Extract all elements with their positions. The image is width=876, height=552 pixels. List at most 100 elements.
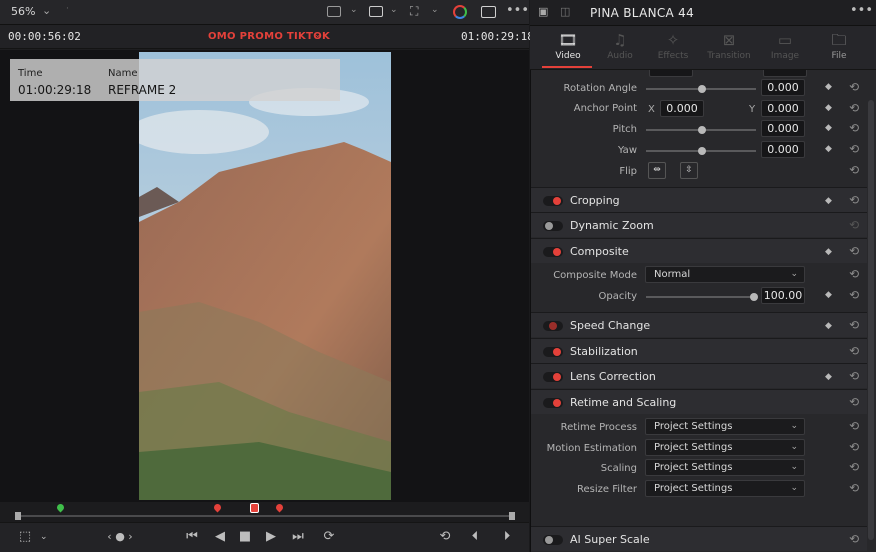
cropping-keyframe-icon[interactable]: ◆: [825, 196, 832, 206]
anchor-reset-icon[interactable]: ⟲: [849, 101, 859, 115]
section-dynamic-zoom[interactable]: Dynamic Zoom ⟲: [531, 212, 867, 237]
in-point-handle[interactable]: [15, 512, 21, 520]
play-icon[interactable]: ▶: [263, 528, 279, 546]
skip-to-start-icon[interactable]: ⏮: [183, 528, 201, 546]
rotation-keyframe-icon[interactable]: ◆: [825, 82, 832, 92]
playhead[interactable]: [250, 503, 259, 513]
yaw-field[interactable]: 0.000: [761, 141, 805, 158]
anchor-keyframe-icon[interactable]: ◆: [825, 103, 832, 113]
jog-control-icon[interactable]: ‹ ● ›: [100, 528, 140, 546]
pitch-slider[interactable]: [646, 126, 756, 134]
inspector-scrollbar[interactable]: [868, 100, 874, 540]
lens-correction-toggle[interactable]: [543, 372, 563, 382]
cinema-viewer-icon[interactable]: [481, 6, 496, 18]
position-x-field[interactable]: [649, 70, 693, 77]
play-reverse-icon[interactable]: ◀: [212, 528, 228, 546]
rotation-reset-icon[interactable]: ⟲: [849, 80, 859, 94]
viewer-size-icon[interactable]: [327, 6, 341, 17]
inspector-options-icon[interactable]: •••: [850, 3, 873, 18]
rotation-slider[interactable]: [646, 85, 756, 93]
zoom-chevron-icon[interactable]: ⌄: [42, 4, 51, 17]
timeline-title[interactable]: OMO PROMO TIKTOK: [208, 31, 330, 42]
hd-chevron-icon[interactable]: ⌄: [390, 5, 398, 15]
hd-monitor-icon[interactable]: [369, 6, 383, 17]
rotation-field[interactable]: 0.000: [761, 79, 805, 96]
yaw-reset-icon[interactable]: ⟲: [849, 142, 859, 156]
section-retime-scaling[interactable]: Retime and Scaling ⟲: [531, 389, 867, 414]
loop-icon[interactable]: ⟳: [319, 528, 339, 546]
motion-estimation-dropdown[interactable]: Project Settings ⌄: [645, 439, 805, 456]
lens-correction-reset-icon[interactable]: ⟲: [849, 369, 859, 383]
tab-audio[interactable]: ♫ Audio: [592, 30, 648, 68]
stabilization-reset-icon[interactable]: ⟲: [849, 344, 859, 358]
lens-correction-keyframe-icon[interactable]: ◆: [825, 372, 832, 382]
resize-filter-reset-icon[interactable]: ⟲: [849, 481, 859, 495]
scaling-reset-icon[interactable]: ⟲: [849, 460, 859, 474]
dynamic-zoom-toggle[interactable]: [543, 221, 563, 231]
viewer-size-chevron-icon[interactable]: ⌄: [350, 5, 358, 15]
opacity-slider[interactable]: [646, 293, 758, 301]
dynamic-zoom-reset-icon[interactable]: ⟲: [849, 218, 859, 232]
skip-to-end-icon[interactable]: ⏭: [288, 528, 308, 546]
speed-change-reset-icon[interactable]: ⟲: [849, 318, 859, 332]
stabilization-toggle[interactable]: [543, 347, 563, 357]
flip-reset-icon[interactable]: ⟲: [849, 163, 859, 177]
prev-edit-icon[interactable]: ⏴: [467, 528, 483, 546]
cropping-toggle[interactable]: [543, 196, 563, 206]
composite-keyframe-icon[interactable]: ◆: [825, 247, 832, 257]
ai-super-scale-reset-icon[interactable]: ⟲: [849, 532, 859, 546]
opacity-field[interactable]: 100.00: [761, 287, 805, 304]
match-frame-icon[interactable]: ⟲: [436, 528, 454, 546]
pitch-reset-icon[interactable]: ⟲: [849, 121, 859, 135]
pitch-keyframe-icon[interactable]: ◆: [825, 123, 832, 133]
next-edit-icon[interactable]: ⏵: [499, 528, 515, 546]
retime-process-reset-icon[interactable]: ⟲: [849, 419, 859, 433]
section-stabilization[interactable]: Stabilization ⟲: [531, 338, 867, 363]
opacity-keyframe-icon[interactable]: ◆: [825, 290, 832, 300]
panel-layout-icon[interactable]: ▣: [538, 5, 548, 18]
retime-process-dropdown[interactable]: Project Settings ⌄: [645, 418, 805, 435]
overlay-chevron-icon[interactable]: ⌄: [431, 5, 439, 15]
tab-image[interactable]: ▭ Image: [757, 30, 813, 68]
ai-super-scale-toggle[interactable]: [543, 535, 563, 545]
composite-reset-icon[interactable]: ⟲: [849, 244, 859, 258]
composite-mode-reset-icon[interactable]: ⟲: [849, 267, 859, 281]
resize-filter-dropdown[interactable]: Project Settings ⌄: [645, 480, 805, 497]
split-view-icon[interactable]: ◫: [560, 5, 570, 18]
safe-area-icon[interactable]: ⬚: [16, 528, 34, 546]
section-speed-change[interactable]: Speed Change ◆ ⟲: [531, 312, 867, 337]
opacity-reset-icon[interactable]: ⟲: [849, 288, 859, 302]
section-composite[interactable]: Composite ◆ ⟲: [531, 238, 867, 263]
color-wheel-icon[interactable]: [453, 5, 467, 19]
anchor-x-field[interactable]: 0.000: [660, 100, 704, 117]
tab-file[interactable]: 🗀 File: [811, 30, 867, 68]
motion-estimation-reset-icon[interactable]: ⟲: [849, 440, 859, 454]
tab-transition[interactable]: ⊠ Transition: [701, 30, 757, 68]
anchor-y-field[interactable]: 0.000: [761, 100, 805, 117]
flip-horizontal-icon[interactable]: ⇹: [648, 162, 666, 179]
viewer-options-icon[interactable]: •••: [506, 3, 529, 18]
pitch-field[interactable]: 0.000: [761, 120, 805, 137]
speed-change-toggle[interactable]: [543, 321, 563, 331]
zoom-level[interactable]: 56%: [11, 5, 35, 18]
out-point-handle[interactable]: [509, 512, 515, 520]
retime-scaling-reset-icon[interactable]: ⟲: [849, 395, 859, 409]
transform-overlay-icon[interactable]: ⛶: [410, 4, 418, 19]
scaling-dropdown[interactable]: Project Settings ⌄: [645, 459, 805, 476]
scrubber-track[interactable]: [0, 502, 529, 522]
section-cropping[interactable]: Cropping ◆ ⟲: [531, 187, 867, 212]
timeline-chevron-icon[interactable]: ⌄: [314, 30, 322, 40]
section-lens-correction[interactable]: Lens Correction ◆ ⟲: [531, 363, 867, 388]
yaw-slider[interactable]: [646, 147, 756, 155]
retime-scaling-toggle[interactable]: [543, 398, 563, 408]
position-y-field[interactable]: [763, 70, 807, 77]
speed-change-keyframe-icon[interactable]: ◆: [825, 321, 832, 331]
stop-icon[interactable]: ■: [237, 528, 253, 546]
tab-video[interactable]: 🎞 Video: [540, 30, 596, 68]
composite-toggle[interactable]: [543, 247, 563, 257]
safe-area-chevron-icon[interactable]: ⌄: [40, 528, 48, 546]
flip-vertical-icon[interactable]: ⇳: [680, 162, 698, 179]
scrubber-line[interactable]: [18, 515, 512, 517]
section-ai-super-scale[interactable]: AI Super Scale ⟲: [531, 526, 867, 551]
composite-mode-dropdown[interactable]: Normal ⌄: [645, 266, 805, 283]
